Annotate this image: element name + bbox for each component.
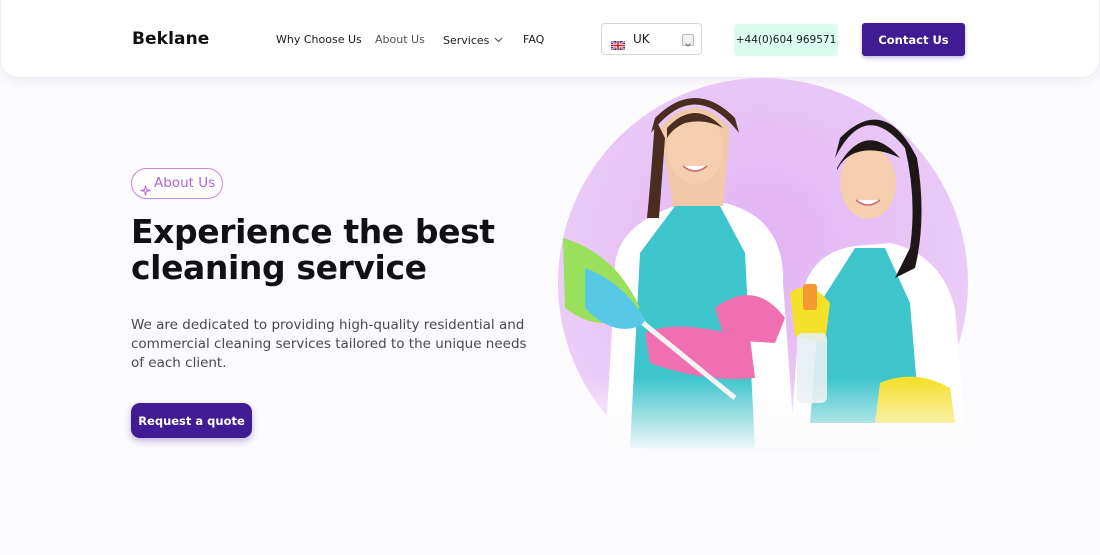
site-header: Beklane Why Choose Us About Us Services … (0, 0, 1100, 78)
logo[interactable]: Beklane (132, 29, 209, 49)
hero-description: We are dedicated to providing high-quali… (131, 317, 527, 371)
language-select[interactable]: UK (601, 23, 702, 55)
language-label: UK (633, 32, 650, 46)
chevron-down-icon (494, 33, 503, 46)
bottom-fade (555, 378, 975, 453)
phone-number[interactable]: +44(0)604 969571 (734, 24, 838, 56)
nav-services[interactable]: Services (443, 33, 503, 47)
nav-about-us[interactable]: About Us (375, 33, 425, 46)
badge-label: About Us (154, 175, 216, 191)
hero-image (555, 78, 975, 488)
request-quote-button[interactable]: Request a quote (131, 403, 252, 438)
nav-faq[interactable]: FAQ (523, 33, 544, 46)
chevron-down-icon (682, 34, 694, 47)
sparkle-icon (140, 178, 151, 196)
uk-flag-icon (610, 35, 626, 51)
nav-services-label: Services (443, 34, 490, 47)
contact-us-button[interactable]: Contact Us (862, 23, 965, 56)
nav-why-choose-us[interactable]: Why Choose Us (276, 33, 362, 46)
about-us-badge: About Us (131, 168, 223, 199)
hero-title: Experience the best cleaning service (131, 212, 495, 287)
